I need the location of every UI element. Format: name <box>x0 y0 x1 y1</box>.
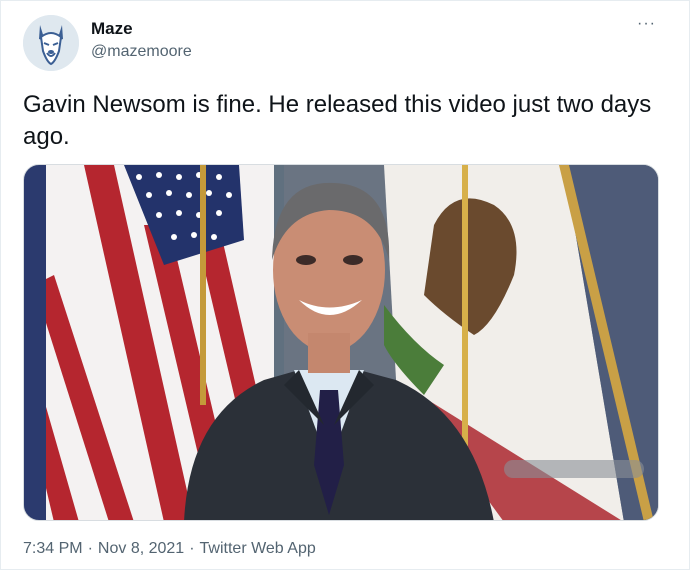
tweet-text: Gavin Newsom is fine. He released this v… <box>23 91 652 150</box>
video-thumbnail <box>24 165 658 520</box>
dog-logo-icon <box>23 15 79 71</box>
tweet-time[interactable]: 7:34 PM <box>23 540 83 558</box>
tweet-media[interactable] <box>23 164 659 521</box>
tweet-source[interactable]: Twitter Web App <box>200 540 316 558</box>
author-handle[interactable]: @mazemoore <box>91 43 192 61</box>
more-options-icon[interactable]: ··· <box>637 15 656 33</box>
tweet-card[interactable]: Maze @mazemoore ··· Gavin Newsom is fine… <box>0 0 690 570</box>
avatar[interactable] <box>23 15 79 71</box>
author-display-name[interactable]: Maze <box>91 19 133 39</box>
meta-separator: · <box>87 540 93 557</box>
tweet-meta: 7:34 PM · Nov 8, 2021 · Twitter Web App <box>23 540 316 558</box>
tweet-date[interactable]: Nov 8, 2021 <box>98 540 184 558</box>
meta-separator: · <box>189 540 195 557</box>
